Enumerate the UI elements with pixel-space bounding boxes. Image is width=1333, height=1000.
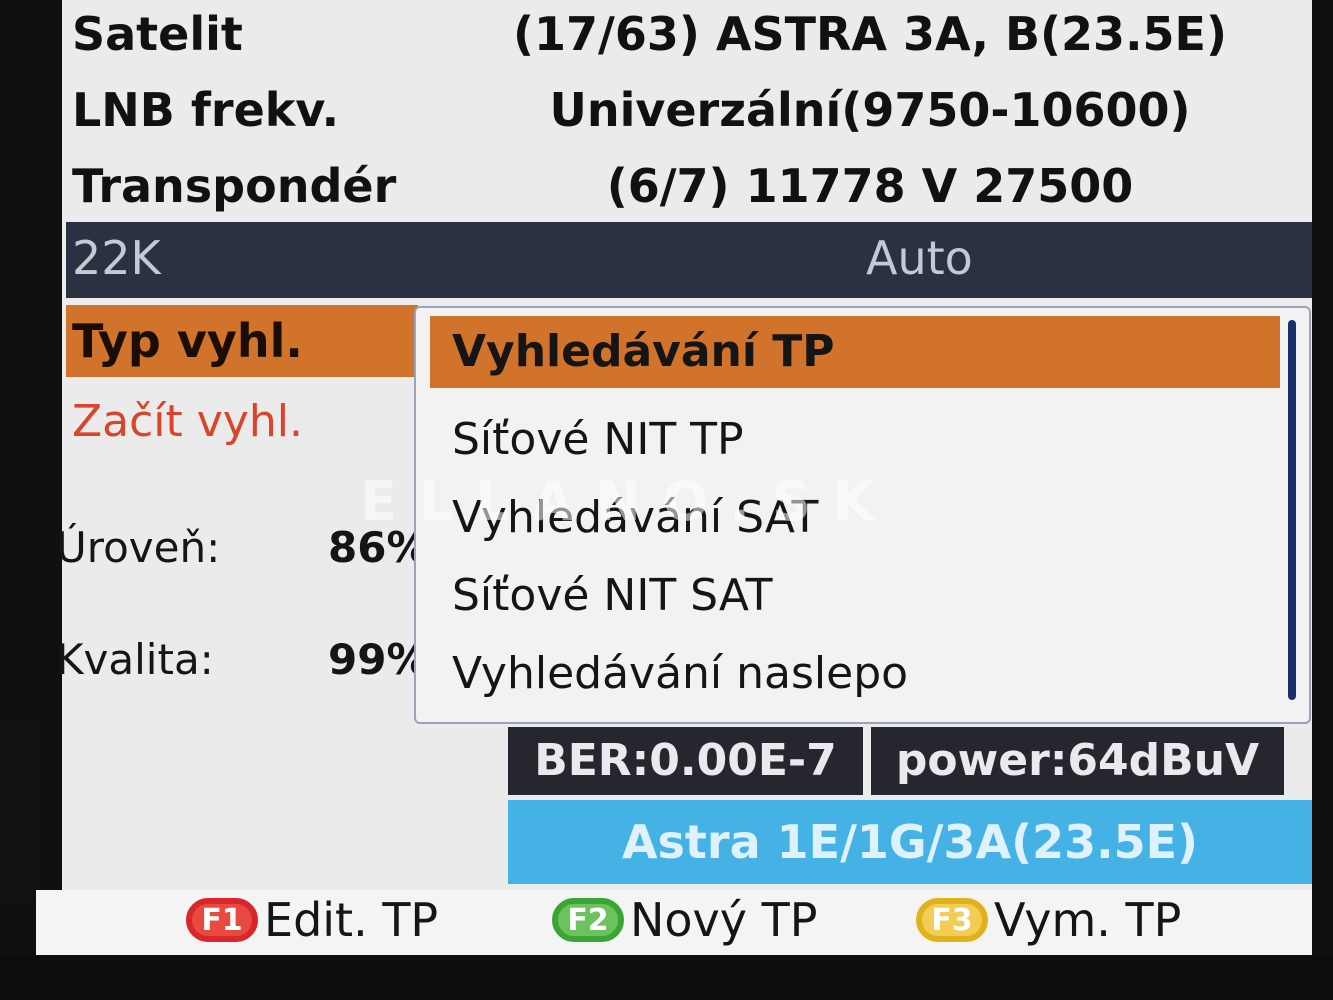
satelit-value[interactable]: (17/63) ASTRA 3A, B(23.5E): [470, 4, 1270, 64]
yellow-key-icon: F3: [916, 898, 988, 942]
option-sitove-nit-tp[interactable]: Síťové NIT TP: [430, 404, 1280, 476]
delete-tp-label: Vym. TP: [994, 893, 1182, 947]
new-tp-button[interactable]: F2 Nový TP: [552, 888, 817, 952]
dropdown-scrollbar[interactable]: [1288, 320, 1296, 700]
transponder-value[interactable]: (6/7) 11778 V 27500: [470, 156, 1270, 216]
green-key-icon: F2: [552, 898, 624, 942]
zacit-vyhl-item[interactable]: Začít vyhl.: [72, 392, 303, 452]
bezel-notch: [0, 720, 36, 900]
row-typ-vyhl[interactable]: Typ vyhl.: [66, 305, 418, 377]
option-vyhledavani-naslepo[interactable]: Vyhledávání naslepo: [430, 638, 1280, 710]
lnb-value[interactable]: Univerzální(9750-10600): [470, 80, 1270, 140]
transponder-label: Transpondér: [72, 159, 397, 213]
receiver-screen: Satelit (17/63) ASTRA 3A, B(23.5E) LNB f…: [0, 0, 1333, 1000]
row-22k[interactable]: 22K Auto: [66, 222, 1312, 298]
option-sitove-nit-sat[interactable]: Síťové NIT SAT: [430, 560, 1280, 632]
lnb-label: LNB frekv.: [72, 83, 340, 137]
red-key-icon: F1: [186, 898, 258, 942]
uroven-label: Úroveň:: [56, 523, 221, 572]
k22-label: 22K: [72, 231, 161, 285]
k22-value: Auto: [866, 231, 973, 285]
edit-tp-label: Edit. TP: [264, 893, 439, 947]
bezel-bottom: [0, 955, 1333, 1000]
satelit-label: Satelit: [72, 7, 243, 61]
typ-vyhl-label: Typ vyhl.: [72, 314, 303, 368]
delete-tp-button[interactable]: F3 Vym. TP: [916, 888, 1181, 952]
bezel-right: [1312, 0, 1333, 1000]
satellite-name-banner: Astra 1E/1G/3A(23.5E): [508, 800, 1312, 884]
kvalita-label: Kvalita:: [56, 635, 214, 684]
ber-readout: BER:0.00E-7: [508, 727, 863, 795]
edit-tp-button[interactable]: F1 Edit. TP: [186, 888, 438, 952]
power-readout: power:64dBuV: [871, 727, 1284, 795]
new-tp-label: Nový TP: [630, 893, 818, 947]
option-vyhledavani-tp[interactable]: Vyhledávání TP: [430, 316, 1280, 388]
watermark-text: ELLANO.SK: [360, 470, 897, 533]
bezel-left-lower: [0, 490, 48, 720]
